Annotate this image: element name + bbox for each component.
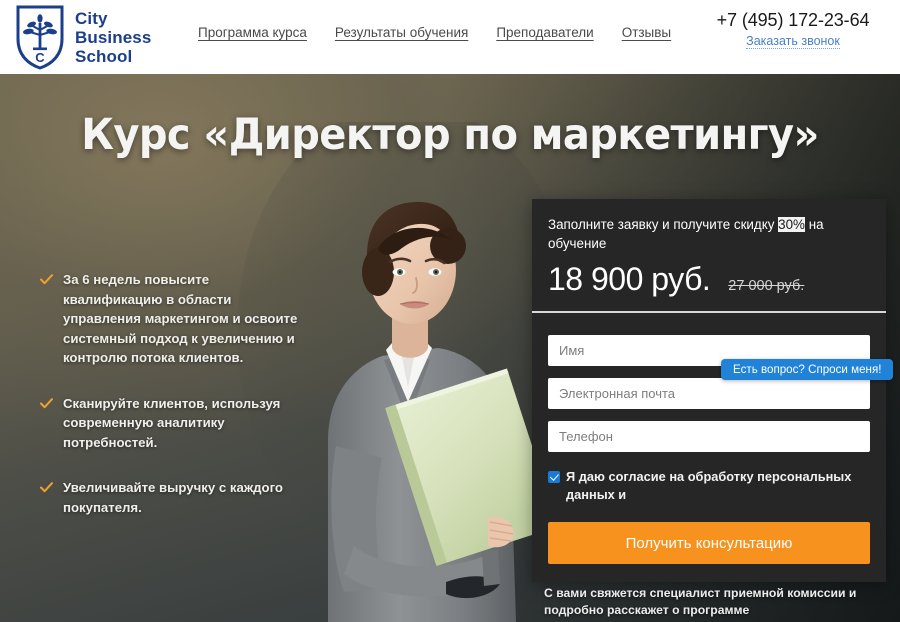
callback-link[interactable]: Заказать звонок: [746, 34, 840, 49]
list-item: Сканируйте клиентов, используя современн…: [40, 394, 302, 453]
benefits-list: За 6 недель повысите квалификацию в обла…: [40, 270, 302, 543]
price-old: 27 000 руб.: [728, 278, 805, 294]
offer-header: Заполните заявку и получите скидку 30% н…: [532, 199, 886, 313]
hero-section: Курс «Директор по маркетингу» За 6 недел…: [0, 74, 900, 622]
consent-row: Я даю согласие на обработку персональных…: [548, 468, 870, 504]
logo-line-3: School: [75, 46, 133, 66]
offer-discount-highlight: 30%: [778, 217, 805, 232]
email-input[interactable]: [548, 378, 870, 409]
offer-prefix: Заполните заявку и получите скидку: [548, 217, 779, 232]
benefit-text: Увеличивайте выручку с каждого покупател…: [63, 480, 283, 515]
page-title: Курс «Директор по маркетингу»: [81, 110, 819, 160]
price-row: 18 900 руб. 27 000 руб.: [548, 261, 870, 297]
header-contact: +7 (495) 172-23-64 Заказать звонок: [704, 10, 882, 50]
logo[interactable]: C City Business School: [14, 3, 151, 71]
nav-item-reviews[interactable]: Отзывы: [622, 25, 671, 40]
nav-item-results[interactable]: Результаты обучения: [335, 25, 468, 40]
benefit-text: За 6 недель повысите квалификацию в обла…: [63, 272, 298, 365]
offer-text: Заполните заявку и получите скидку 30% н…: [548, 215, 870, 253]
phone-input[interactable]: [548, 421, 870, 452]
list-item: За 6 недель повысите квалификацию в обла…: [40, 270, 302, 368]
nav-item-teachers[interactable]: Преподаватели: [496, 25, 593, 40]
main-nav: Программа курса Результаты обучения Преп…: [198, 25, 671, 40]
lead-form-panel: Заполните заявку и получите скидку 30% н…: [532, 199, 886, 582]
chat-widget-tooltip[interactable]: Есть вопрос? Спроси меня!: [721, 359, 894, 380]
consent-checkbox[interactable]: [548, 471, 560, 483]
check-icon: [40, 272, 53, 368]
nav-item-program[interactable]: Программа курса: [198, 25, 307, 40]
landing-page: C City Business School Программа курса Р…: [0, 0, 900, 622]
logo-line-2: Business: [75, 27, 152, 47]
list-item: Увеличивайте выручку с каждого покупател…: [40, 478, 302, 517]
check-icon: [40, 396, 53, 453]
form-note: С вами свяжется специалист приемной коми…: [544, 586, 857, 617]
logo-line-1: City: [75, 8, 108, 28]
lead-form: Я даю согласие на обработку персональных…: [532, 313, 886, 582]
shield-tree-icon: C: [14, 3, 66, 71]
site-header: C City Business School Программа курса Р…: [0, 0, 900, 74]
consent-label[interactable]: Я даю согласие на обработку персональных…: [566, 468, 870, 504]
logo-monogram: C: [35, 50, 45, 65]
phone-number[interactable]: +7 (495) 172-23-64: [704, 10, 882, 31]
check-icon: [40, 480, 53, 517]
submit-button[interactable]: Получить консультацию: [548, 522, 870, 564]
price-current: 18 900 руб.: [548, 261, 711, 297]
logo-wordmark: City Business School: [75, 9, 151, 66]
benefit-text: Сканируйте клиентов, используя современн…: [63, 395, 281, 450]
